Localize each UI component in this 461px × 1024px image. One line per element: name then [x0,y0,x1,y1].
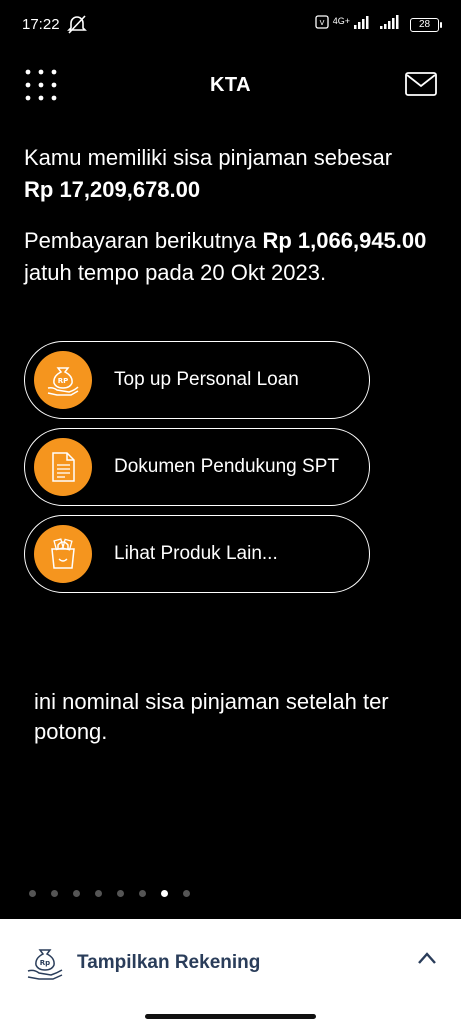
volte-icon: V [315,15,329,34]
document-icon [34,438,92,496]
remaining-loan-prefix: Kamu memiliki sisa pinjaman sebesar [24,145,393,170]
status-time: 17:22 [22,16,60,33]
page-dot[interactable] [161,890,168,897]
battery-icon: 28 [410,17,442,32]
page-dot[interactable] [139,890,146,897]
note-text: ini nominal sisa pinjaman setelah ter po… [34,689,389,744]
envelope-icon [405,72,437,96]
page-indicator [29,890,190,897]
dokumen-pendukung-spt-button[interactable]: Dokumen Pendukung SPT [24,428,370,506]
svg-text:Rp: Rp [40,959,50,967]
next-payment-prefix: Pembayaran berikutnya [24,228,257,253]
page-dot[interactable] [117,890,124,897]
remaining-loan-amount: Rp 17,209,678.00 [24,177,201,202]
svg-text:RP: RP [58,377,69,385]
money-bag-hand-icon: RP [34,351,92,409]
mail-button[interactable] [405,72,437,98]
page-dot[interactable] [73,890,80,897]
chevron-up-icon[interactable] [417,951,437,965]
shopping-bag-icon [34,525,92,583]
next-payment-due: jatuh tempo pada 20 Okt 2023. [24,260,327,285]
lihat-produk-lain-label: Lihat Produk Lain... [114,543,278,564]
lihat-produk-lain-button[interactable]: Lihat Produk Lain... [24,515,370,593]
top-up-personal-loan-button[interactable]: RP Top up Personal Loan [24,341,370,419]
action-list: RP Top up Personal Loan Dokumen Pendukun… [24,341,370,602]
page-dot[interactable] [29,890,36,897]
tampilkan-rekening-button[interactable]: Rp Tampilkan Rekening [0,919,461,1007]
signal-icon-2 [380,15,400,34]
bottom-sheet: Rp Tampilkan Rekening [0,919,461,1024]
money-bag-hand-icon: Rp [27,949,63,980]
status-icons: V 4G+ 28 [315,15,442,34]
top-up-personal-loan-label: Top up Personal Loan [114,369,299,390]
tampilkan-rekening-label: Tampilkan Rekening [77,952,261,973]
home-indicator[interactable] [145,1014,316,1019]
status-bar: 17:22 V 4G+ 28 [0,0,461,52]
next-payment-amount: Rp 1,066,945.00 [262,228,427,253]
signal-icon-1 [354,15,370,34]
network-type: 4G+ [332,16,350,26]
svg-text:V: V [319,19,324,27]
page-dot[interactable] [183,890,190,897]
page-dot[interactable] [51,890,58,897]
dokumen-pendukung-spt-label: Dokumen Pendukung SPT [114,456,339,477]
page-title: KTA [209,74,252,96]
page-dot[interactable] [95,890,102,897]
header: KTA [0,62,461,110]
mute-icon [66,14,88,39]
remaining-loan-text: Kamu memiliki sisa pinjaman sebesar Rp 1… [24,142,444,206]
next-payment-text: Pembayaran berikutnya Rp 1,066,945.00 ja… [24,225,444,289]
